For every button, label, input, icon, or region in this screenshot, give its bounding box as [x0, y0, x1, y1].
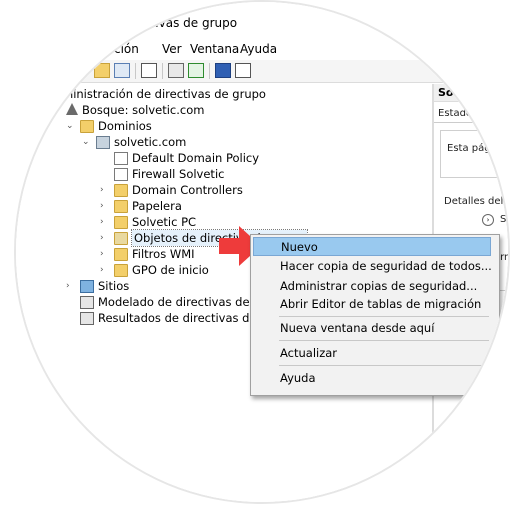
wmi-folder-icon: [114, 248, 128, 261]
tree-item-domain-controllers[interactable]: › Domain Controllers: [100, 182, 300, 198]
menu-item-administrar-copias[interactable]: Administrar copias de seguridad...: [253, 277, 491, 296]
menu-item-hacer-copia[interactable]: Hacer copia de seguridad de todos...: [253, 257, 492, 276]
context-menu: Nuevo Hacer copia de seguridad de todos.…: [250, 234, 500, 396]
folder-icon[interactable]: [94, 63, 110, 78]
tree-item-label: Firewall Solvetic: [132, 167, 225, 181]
export-list-icon[interactable]: [168, 63, 184, 78]
menu-ayuda[interactable]: Ayuda: [240, 42, 277, 56]
chevron-right-icon[interactable]: ›: [100, 198, 104, 214]
chevron-right-icon[interactable]: ›: [100, 262, 104, 278]
chevron-down-icon[interactable]: ⌄: [66, 118, 74, 134]
tree-item-solvetic-pc[interactable]: › Solvetic PC: [100, 214, 300, 230]
domain-label: solvetic.com: [114, 135, 187, 149]
tree-domains[interactable]: ⌄ Dominios: [66, 118, 266, 134]
tree-item-label: GPO de inicio: [132, 263, 209, 277]
properties-icon[interactable]: [141, 63, 157, 78]
refresh-icon[interactable]: [188, 63, 204, 78]
menu-accion[interactable]: ción: [114, 42, 139, 56]
sites-label: Sitios: [98, 279, 130, 293]
chevron-right-icon[interactable]: ›: [66, 278, 70, 294]
details-label: Detalles del e: [444, 196, 510, 207]
chevron-right-icon[interactable]: ›: [100, 230, 104, 246]
starter-gpo-folder-icon: [114, 264, 128, 277]
toolbar-separator: [162, 63, 163, 79]
show-hide-tree-icon[interactable]: [114, 63, 130, 78]
tree-sites[interactable]: › Sitios: [66, 278, 266, 294]
mmc-view-icon[interactable]: [235, 63, 251, 78]
tree-item-label: Papelera: [132, 199, 182, 213]
tree-item-firewall-solvetic[interactable]: Firewall Solvetic: [114, 166, 314, 182]
chevron-right-icon[interactable]: ›: [100, 246, 104, 262]
tree-item-label: Domain Controllers: [132, 183, 243, 197]
menu-bar: ción Ver Ventana Ayuda: [16, 40, 508, 60]
gpo-container-icon: [114, 232, 128, 245]
gpmc-window: ctivas de grupo ción Ver Ventana Ayuda m…: [16, 2, 510, 502]
toolbar-separator: [209, 63, 210, 79]
chevron-right-icon[interactable]: ›: [100, 182, 104, 198]
details-header: Solv: [434, 84, 508, 102]
ou-folder-icon: [114, 216, 128, 229]
gpo-link-icon: [114, 152, 128, 165]
gpo-link-icon: [114, 168, 128, 181]
domain-icon: [96, 136, 110, 149]
menu-separator: [279, 340, 489, 341]
ou-folder-icon: [114, 184, 128, 197]
menu-item-ayuda[interactable]: Ayuda: [253, 369, 491, 388]
menu-item-nueva-ventana[interactable]: Nueva ventana desde aquí: [253, 319, 491, 338]
tree-item-default-domain-policy[interactable]: Default Domain Policy: [114, 150, 314, 166]
window-title: ctivas de grupo: [144, 16, 238, 30]
results-icon: [80, 312, 94, 325]
tab-estado[interactable]: Estado: [438, 108, 472, 119]
tree-item-label: Solvetic PC: [132, 215, 197, 229]
modeling-icon: [80, 296, 94, 309]
chevron-right-icon[interactable]: ›: [100, 214, 104, 230]
menu-ventana[interactable]: Ventana: [190, 42, 239, 56]
title-bar: ctivas de grupo: [16, 2, 508, 40]
circular-frame: ctivas de grupo ción Ver Ventana Ayuda m…: [14, 0, 510, 504]
tree-forest[interactable]: Bosque: solvetic.com: [66, 102, 266, 118]
status-box: Esta pág: [440, 130, 508, 178]
menu-ver[interactable]: Ver: [162, 42, 182, 56]
tree-item-label: Default Domain Policy: [132, 151, 260, 165]
tree-root[interactable]: ministración de directivas de grupo: [62, 86, 266, 102]
toolbar: [16, 60, 508, 83]
domains-label: Dominios: [98, 119, 152, 133]
chevron-down-icon[interactable]: ⌄: [82, 134, 90, 150]
menu-separator: [279, 316, 489, 317]
details-item: S: [500, 214, 507, 225]
sites-icon: [80, 280, 94, 293]
forest-label: Bosque: solvetic.com: [82, 103, 205, 117]
domains-folder-icon: [80, 120, 94, 133]
tree-item-label: Filtros WMI: [132, 247, 195, 261]
menu-item-abrir-editor[interactable]: Abrir Editor de tablas de migración: [253, 295, 491, 314]
tab-underline: [434, 122, 508, 123]
expand-circle-icon[interactable]: ›: [482, 214, 494, 226]
status-box-text: Esta pág: [447, 143, 491, 154]
ou-folder-icon: [114, 200, 128, 213]
tree-root-label: ministración de directivas de grupo: [62, 87, 266, 101]
toolbar-separator: [135, 63, 136, 79]
menu-separator: [279, 365, 489, 366]
menu-item-nuevo[interactable]: Nuevo: [253, 237, 491, 256]
tree-item-papelera[interactable]: › Papelera: [100, 198, 300, 214]
menu-item-actualizar[interactable]: Actualizar: [253, 344, 491, 363]
help-icon[interactable]: [215, 63, 231, 78]
forest-triangle-icon: [66, 103, 78, 115]
tree-domain[interactable]: ⌄ solvetic.com: [82, 134, 282, 150]
